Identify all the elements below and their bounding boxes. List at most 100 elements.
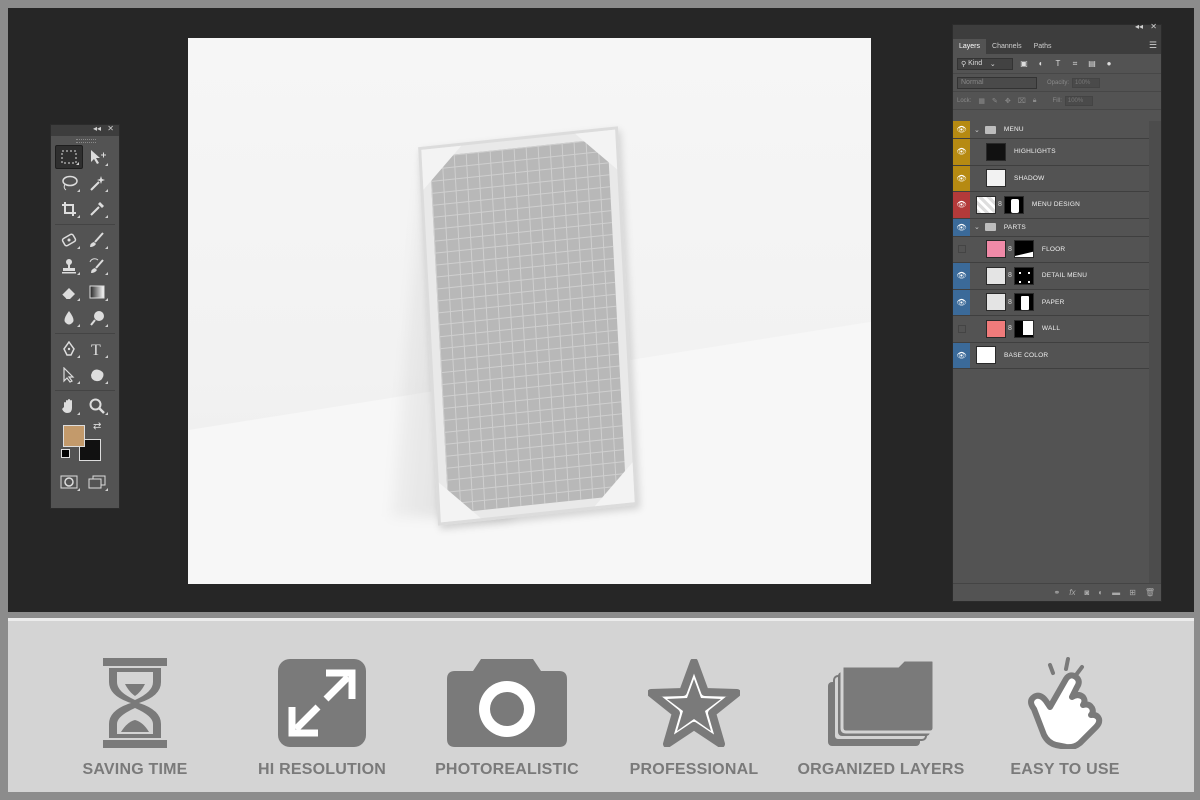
pen-tool-icon[interactable] [55, 337, 83, 361]
chevron-down-icon: ⌄ [989, 60, 996, 68]
blur-tool-icon[interactable] [55, 306, 83, 330]
layer-mask-thumbnail[interactable] [1013, 240, 1034, 259]
layer-mask-thumbnail[interactable] [1013, 319, 1034, 338]
magic-wand-icon[interactable] [83, 171, 111, 195]
tab-layers[interactable]: Layers [953, 39, 987, 54]
zoom-tool-icon[interactable] [83, 394, 111, 418]
custom-shape-icon[interactable] [83, 363, 111, 387]
link-icon[interactable]: 8 [1008, 272, 1012, 279]
add-mask-icon[interactable]: ◙ [1084, 588, 1089, 597]
eye-icon[interactable]: 👁︎ [953, 218, 970, 236]
lock-artboard-icon[interactable]: ⌧ [1018, 97, 1026, 105]
link-icon[interactable]: 8 [1008, 246, 1012, 253]
type-tool-icon[interactable]: T [83, 337, 111, 361]
brush-tool-icon[interactable] [83, 228, 111, 252]
fill-label: Fill: [1052, 97, 1062, 104]
trash-icon[interactable]: 🗑︎ [1145, 588, 1155, 597]
eraser-tool-icon[interactable] [55, 280, 83, 304]
type-filter-icon[interactable]: T [1052, 58, 1064, 70]
history-brush-icon[interactable] [83, 254, 111, 278]
dodge-tool-icon[interactable] [83, 306, 111, 330]
visibility-toggle[interactable] [953, 316, 970, 342]
gradient-tool-icon[interactable] [83, 280, 111, 304]
fill-input[interactable]: 100% [1064, 95, 1093, 106]
link-icon[interactable]: 8 [998, 201, 1002, 208]
visibility-toggle[interactable] [953, 237, 970, 263]
healing-brush-icon[interactable] [55, 228, 83, 252]
new-group-icon[interactable]: ▬ [1112, 588, 1120, 597]
link-icon[interactable]: 8 [1008, 299, 1012, 306]
lock-position-icon[interactable]: ✥ [1005, 97, 1011, 105]
layer-row[interactable]: 👁︎ ⌄ MENU [953, 121, 1149, 139]
path-selection-icon[interactable] [55, 363, 83, 387]
tab-channels[interactable]: Channels [986, 39, 1028, 54]
layer-row[interactable]: 👁︎ BASE COLOR [953, 342, 1149, 369]
camera-icon [417, 657, 597, 749]
layer-mask-thumbnail[interactable] [1003, 195, 1024, 214]
eye-icon[interactable]: 👁︎ [953, 263, 970, 289]
swap-colors-icon[interactable]: ⇄ [93, 421, 101, 432]
layer-row[interactable]: 👁︎ 8 MENU DESIGN [953, 192, 1149, 219]
layer-row[interactable]: 8 WALL [953, 316, 1149, 343]
layer-row[interactable]: 👁︎ 8 DETAIL MENU [953, 263, 1149, 290]
layer-name: WALL [1041, 325, 1061, 333]
link-layers-icon[interactable]: ⚭ [1054, 588, 1061, 597]
eye-icon[interactable]: 👁︎ [953, 139, 970, 165]
document-canvas[interactable] [188, 38, 871, 584]
filter-kind-select[interactable]: ⚲ Kind ⌄ [957, 57, 1013, 70]
smart-object-filter-icon[interactable]: ▤ [1086, 58, 1098, 70]
clone-stamp-icon[interactable] [55, 254, 83, 278]
tab-paths[interactable]: Paths [1028, 39, 1058, 54]
layer-row[interactable]: 👁︎ 8 PAPER [953, 289, 1149, 316]
eye-icon[interactable]: 👁︎ [953, 121, 970, 138]
eye-icon[interactable]: 👁︎ [953, 289, 970, 315]
close-icon[interactable]: ✕ [107, 124, 114, 133]
eyedropper-icon[interactable] [83, 197, 111, 221]
default-colors-icon[interactable] [61, 449, 70, 458]
layer-name: FLOOR [1041, 245, 1066, 253]
screen-mode-icon[interactable] [83, 470, 111, 494]
filter-toggle-icon[interactable]: ● [1103, 58, 1115, 70]
layers-footer: ⚭ fx ◙ ◐ ▬ ⊞ 🗑︎ [953, 583, 1161, 601]
move-tool-icon[interactable] [83, 145, 111, 169]
layer-row[interactable]: 👁︎ SHADOW [953, 165, 1149, 192]
eye-icon[interactable]: 👁︎ [953, 165, 970, 191]
menu-card-mockup [418, 126, 638, 526]
adjustment-filter-icon[interactable]: ◐ [1035, 58, 1047, 70]
hand-tool-icon[interactable] [55, 394, 83, 418]
marquee-tool-icon[interactable] [55, 145, 83, 169]
layer-row[interactable]: 👁︎ HIGHLIGHTS [953, 139, 1149, 166]
eye-icon[interactable]: 👁︎ [953, 342, 970, 368]
opacity-input[interactable]: 100% [1072, 77, 1101, 88]
layer-row[interactable]: 👁︎ ⌄ PARTS [953, 218, 1149, 237]
new-layer-icon[interactable]: ⊞ [1129, 588, 1136, 597]
feature-professional: PROFESSIONAL [604, 657, 784, 779]
layer-thumbnail [976, 346, 996, 365]
layer-mask-thumbnail[interactable] [1013, 293, 1034, 312]
lasso-tool-icon[interactable] [55, 171, 83, 195]
link-icon[interactable]: 8 [1008, 325, 1012, 332]
panel-grip[interactable] [51, 136, 119, 144]
adjustment-layer-icon[interactable]: ◐ [1098, 588, 1103, 597]
foreground-color-swatch[interactable] [63, 425, 85, 447]
eye-icon[interactable]: 👁︎ [953, 192, 970, 218]
lock-all-icon[interactable]: 🔒︎ [1033, 97, 1037, 105]
shape-filter-icon[interactable]: ⌗ [1069, 58, 1081, 70]
chevron-down-icon[interactable]: ⌄ [974, 223, 980, 231]
quick-mask-icon[interactable] [55, 470, 83, 494]
crop-tool-icon[interactable] [55, 197, 83, 221]
collapse-icon[interactable]: ◂◂ [1135, 22, 1143, 31]
fx-icon[interactable]: fx [1069, 588, 1075, 597]
lock-transparent-icon[interactable]: ▦ [978, 97, 985, 105]
layer-thumbnail [986, 169, 1006, 188]
panel-menu-icon[interactable]: ☰ [1149, 40, 1157, 51]
collapse-icon[interactable]: ◂◂ [93, 124, 101, 133]
lock-pixels-icon[interactable]: ✎ [992, 97, 998, 105]
pixel-filter-icon[interactable]: ▣ [1018, 58, 1030, 70]
layer-mask-thumbnail[interactable] [1013, 266, 1034, 285]
blend-mode-select[interactable]: Normal [957, 76, 1037, 89]
close-icon[interactable]: ✕ [1150, 22, 1157, 31]
chevron-down-icon[interactable]: ⌄ [974, 126, 980, 134]
layers-scrollbar[interactable] [1149, 121, 1161, 591]
layer-row[interactable]: 8 FLOOR [953, 236, 1149, 263]
